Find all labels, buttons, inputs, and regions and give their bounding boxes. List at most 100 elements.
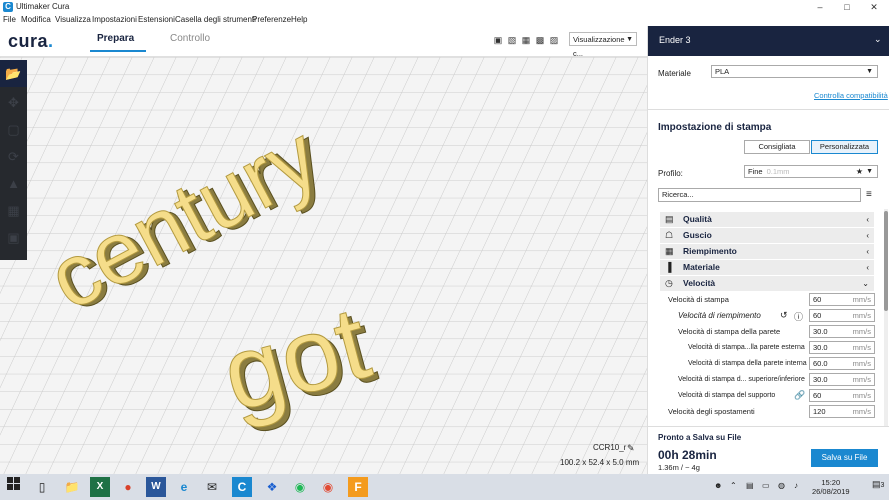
- settings-search-input[interactable]: Ricerca...: [658, 188, 861, 202]
- printer-selector[interactable]: Ender 3 ⌄: [648, 26, 889, 56]
- tab-monitor[interactable]: Controllo: [170, 33, 210, 45]
- setting-label: Velocità di stampa del supporto: [678, 392, 776, 399]
- battery-icon[interactable]: ▭: [762, 481, 770, 490]
- chrome-icon[interactable]: ◉: [318, 477, 338, 497]
- move-tool-icon[interactable]: ✥: [0, 89, 27, 116]
- setting-row: Velocità degli spostamenti 120 mm/s: [648, 404, 884, 420]
- category-infill[interactable]: ▦ Riempimento ‹: [660, 244, 874, 259]
- check-compatibility-link[interactable]: Controlla compatibilità: [814, 91, 888, 100]
- menu-estensioni[interactable]: Estensioni: [138, 15, 175, 25]
- dropbox-icon[interactable]: ❖: [262, 477, 282, 497]
- hamburger-menu-icon[interactable]: ≡: [866, 189, 872, 200]
- setting-label: Velocità di stampa: [668, 295, 729, 304]
- custom-mode-button[interactable]: Personalizzata: [811, 140, 878, 154]
- menu-modifica[interactable]: Modifica: [21, 15, 51, 25]
- tab-prepare[interactable]: Prepara: [97, 33, 134, 45]
- job-summary: Pronto a Salva su File 00h 28min 1.36m /…: [648, 426, 889, 475]
- per-model-settings-icon[interactable]: ▦: [0, 197, 27, 224]
- setting-value-input[interactable]: 120 mm/s: [809, 405, 875, 418]
- word-icon[interactable]: W: [146, 477, 166, 497]
- setting-row: Velocità di stampa d... superiore/inferi…: [648, 372, 884, 388]
- app-red-icon[interactable]: ●: [118, 477, 138, 497]
- recommended-mode-button[interactable]: Consigliata: [744, 140, 810, 154]
- open-file-icon[interactable]: 📂: [0, 60, 27, 87]
- user-icon[interactable]: ☻: [714, 481, 722, 490]
- build-plate-grid: century century got got: [0, 57, 647, 474]
- category-label: Qualità: [683, 214, 712, 224]
- info-icon[interactable]: ⓘ: [794, 310, 803, 323]
- cube-3d-icon[interactable]: ▣: [493, 35, 503, 45]
- file-explorer-icon[interactable]: 📁: [62, 477, 82, 497]
- quality-icon: ▤: [665, 214, 674, 224]
- task-view-icon[interactable]: ▯: [32, 477, 52, 497]
- system-clock[interactable]: 15:20 26/08/2019: [812, 478, 850, 496]
- edit-pencil-icon[interactable]: ✎: [627, 443, 635, 454]
- app-orange-icon[interactable]: F: [348, 477, 368, 497]
- scale-tool-icon[interactable]: ▢: [0, 116, 27, 143]
- link-icon[interactable]: 🔗: [794, 390, 805, 401]
- maximize-button[interactable]: □: [832, 0, 862, 14]
- chevron-down-icon: ▼: [866, 168, 873, 175]
- spotify-icon[interactable]: ◉: [290, 477, 310, 497]
- cube-right-icon[interactable]: ▨: [549, 35, 559, 45]
- minimize-button[interactable]: –: [805, 0, 835, 14]
- category-label: Guscio: [683, 230, 712, 240]
- setting-value-input[interactable]: 30.0 mm/s: [809, 325, 875, 338]
- cube-front-icon[interactable]: ▧: [507, 35, 517, 45]
- window-title: Ultimaker Cura: [16, 2, 70, 11]
- windows-start-icon[interactable]: [4, 477, 24, 497]
- printer-name: Ender 3: [659, 35, 691, 45]
- category-material[interactable]: ▐ Materiale ‹: [660, 260, 874, 275]
- setting-value-input[interactable]: 60.0 mm/s: [809, 357, 875, 370]
- menu-casella-strumenti[interactable]: Casella degli strumenti: [175, 15, 256, 25]
- edge-icon[interactable]: e: [174, 477, 194, 497]
- view-type-select[interactable]: Visualizzazione c... ▼: [569, 32, 637, 58]
- setting-value-input[interactable]: 30.0 mm/s: [809, 373, 875, 386]
- material-select[interactable]: PLA ▼: [711, 65, 878, 78]
- category-label: Materiale: [683, 262, 720, 272]
- setting-label: Velocità di stampa...lla parete esterna: [688, 344, 805, 351]
- setting-row: Velocità di stampa 60 mm/s: [648, 292, 884, 308]
- menu-preferenze[interactable]: Preferenze: [252, 15, 291, 25]
- cube-left-icon[interactable]: ▩: [535, 35, 545, 45]
- setting-label: Velocità degli spostamenti: [668, 407, 755, 416]
- category-quality[interactable]: ▤ Qualità ‹: [660, 212, 874, 227]
- cura-taskbar-icon[interactable]: C: [232, 477, 252, 497]
- setting-value-input[interactable]: 60 mm/s: [809, 293, 875, 306]
- object-name: CCR10_r: [593, 443, 627, 452]
- network-icon[interactable]: ▤: [746, 481, 754, 490]
- volume-icon[interactable]: ♪: [794, 481, 798, 490]
- windows-taskbar: ▯ 📁 X ● W e ✉ C ❖ ◉ ◉ F ☻ ⌃ ▤ ▭ ◍ ♪ 15:2…: [0, 474, 889, 500]
- category-shell[interactable]: ☖ Guscio ‹: [660, 228, 874, 243]
- material-label: Materiale: [658, 69, 691, 78]
- mirror-tool-icon[interactable]: ▲: [0, 170, 27, 197]
- setting-value-input[interactable]: 30.0 mm/s: [809, 341, 875, 354]
- mail-icon[interactable]: ✉: [202, 477, 222, 497]
- wifi-icon[interactable]: ◍: [778, 481, 785, 490]
- profile-select[interactable]: Fine 0.1mm ★ ▼: [744, 165, 878, 178]
- menu-impostazioni[interactable]: Impostazioni: [92, 15, 137, 25]
- rotate-tool-icon[interactable]: ⟳: [0, 143, 27, 170]
- setting-row: Velocità di stampa...lla parete esterna …: [648, 340, 884, 356]
- menu-file[interactable]: File: [3, 15, 16, 25]
- scrollbar-thumb[interactable]: [884, 211, 888, 311]
- profile-label: Profilo:: [658, 169, 683, 178]
- notification-center-icon[interactable]: ▤3: [872, 479, 884, 490]
- excel-icon[interactable]: X: [90, 477, 110, 497]
- close-button[interactable]: ✕: [859, 0, 889, 14]
- setting-label: Velocità di riempimento: [678, 311, 761, 320]
- menu-visualizza[interactable]: Visualizza: [55, 15, 91, 25]
- setting-value-input[interactable]: 60 mm/s: [809, 389, 875, 402]
- category-speed[interactable]: ◷ Velocità ⌄: [660, 276, 874, 291]
- print-setup-title: Impostazione di stampa: [658, 122, 772, 133]
- menu-help[interactable]: Help: [291, 15, 307, 25]
- setting-value-input[interactable]: 60 mm/s: [809, 309, 875, 322]
- support-blocker-icon[interactable]: ▣: [0, 224, 27, 251]
- viewport-3d[interactable]: century century got got: [0, 57, 647, 474]
- chevron-up-icon[interactable]: ⌃: [730, 481, 737, 490]
- chevron-down-icon: ⌄: [874, 34, 882, 44]
- save-to-file-button[interactable]: Salva su File: [811, 449, 878, 467]
- reset-icon[interactable]: ↺: [780, 310, 788, 321]
- star-icon[interactable]: ★: [856, 166, 863, 178]
- cube-top-icon[interactable]: ▦: [521, 35, 531, 45]
